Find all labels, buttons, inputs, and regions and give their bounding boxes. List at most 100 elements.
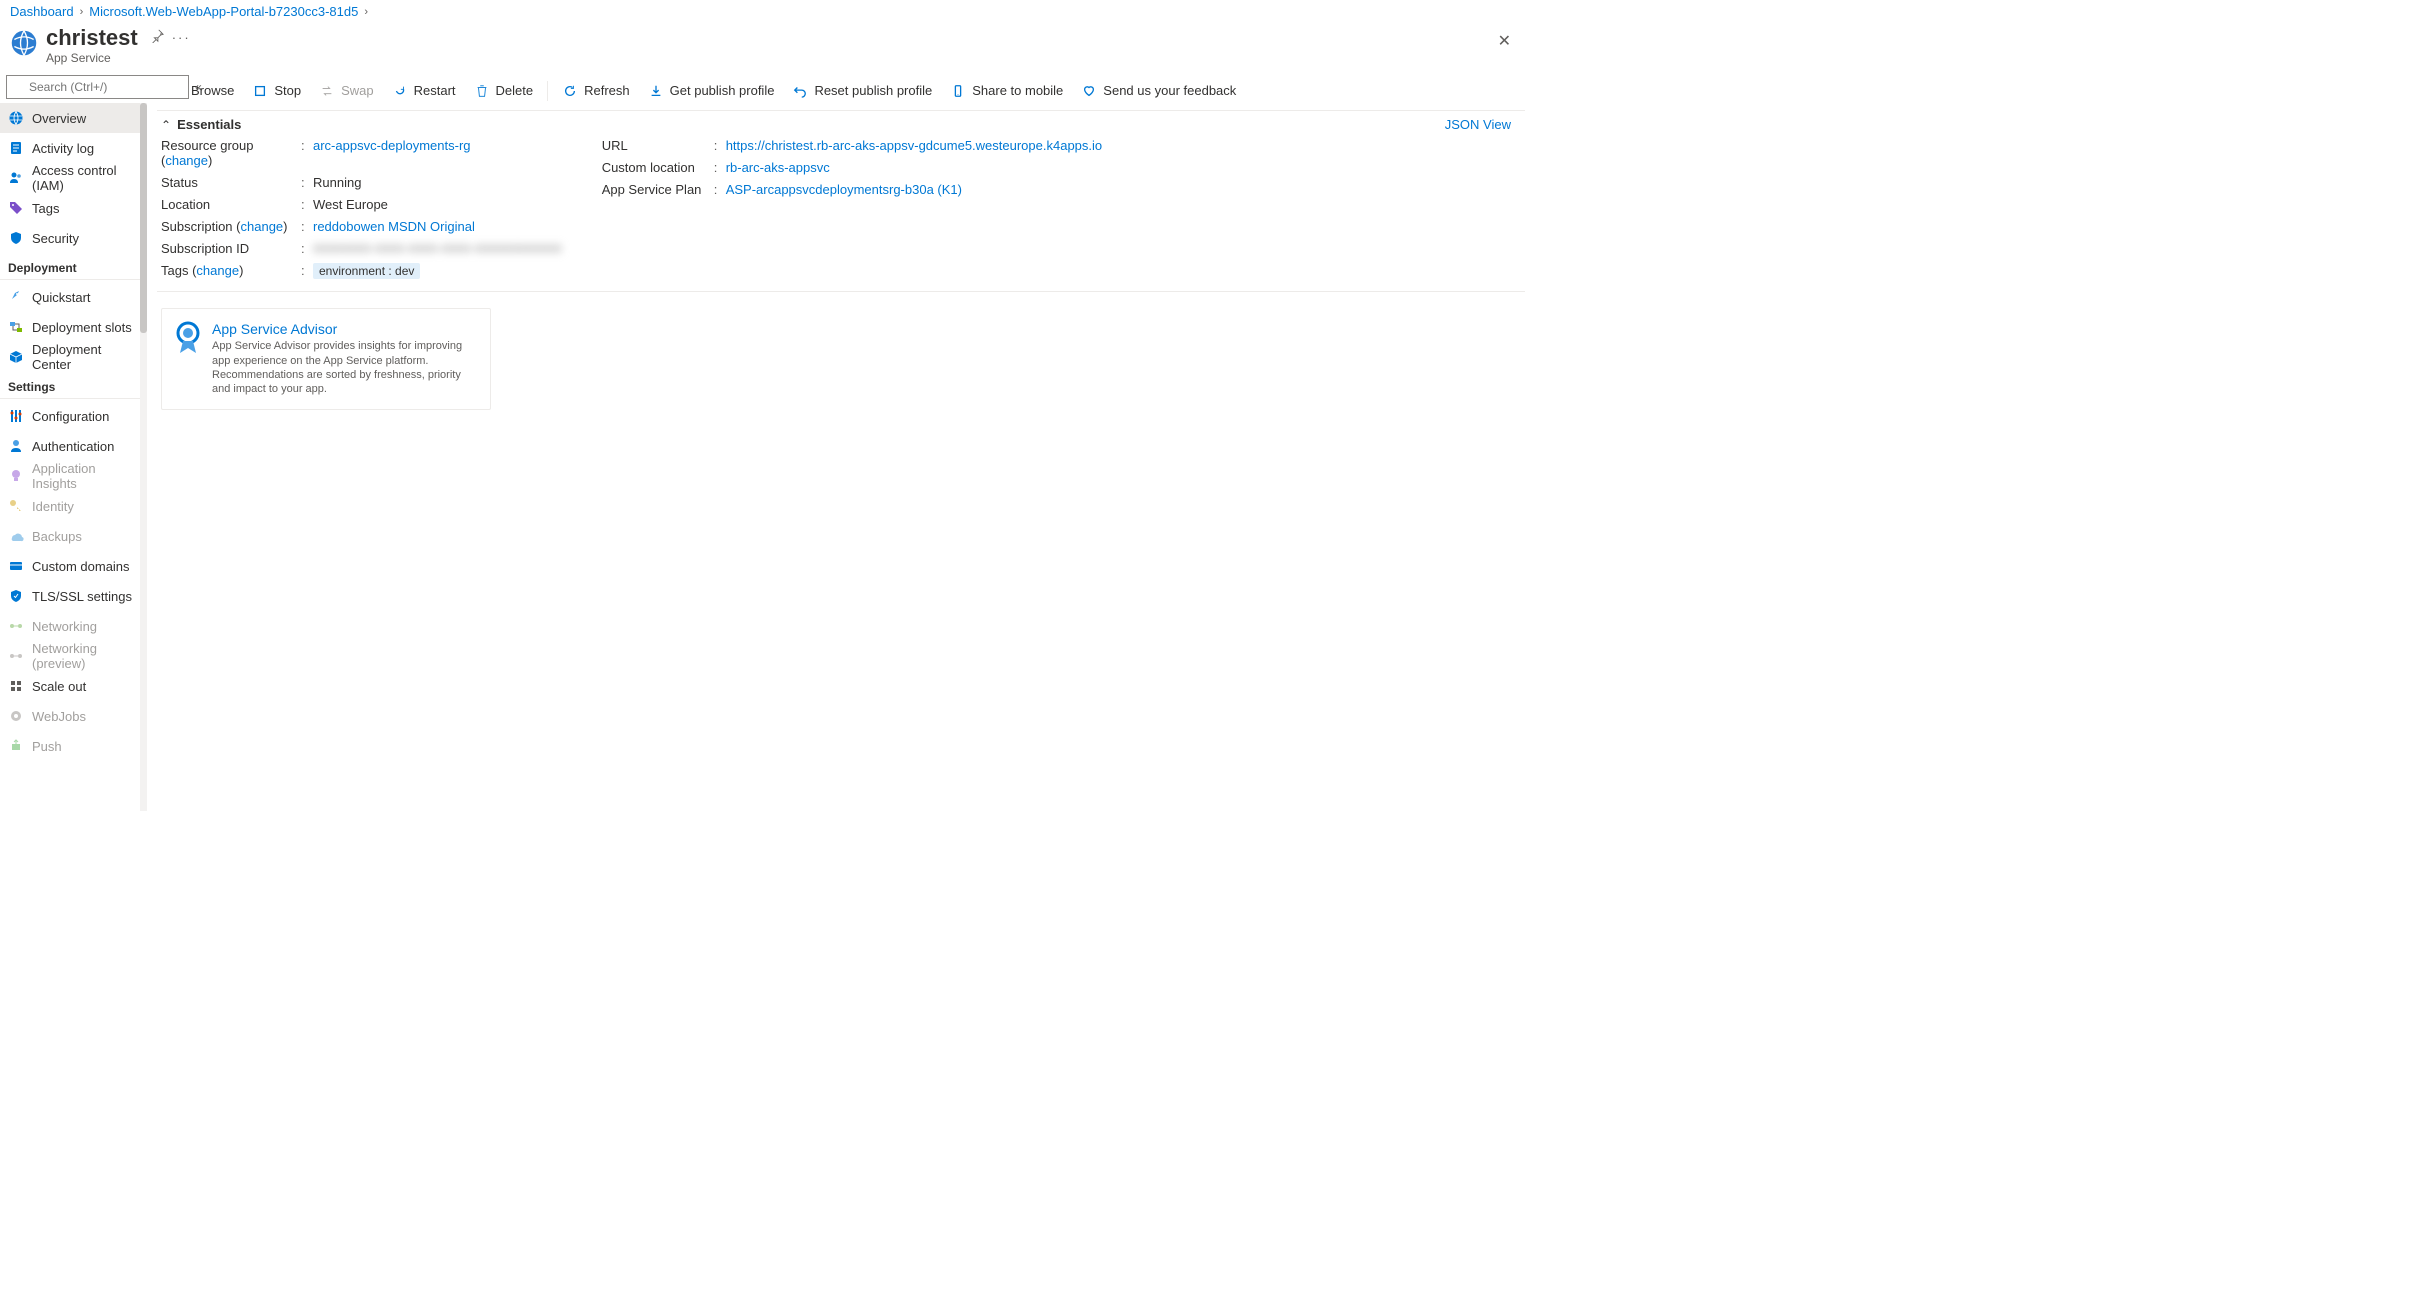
gear-icon — [8, 708, 24, 724]
feedback-button[interactable]: Send us your feedback — [1073, 75, 1244, 107]
tag-chip[interactable]: environment : dev — [313, 263, 420, 279]
sidebar-item-security[interactable]: Security — [0, 223, 147, 253]
json-view-link[interactable]: JSON View — [1445, 117, 1511, 132]
sidebar-item-label: Deployment slots — [32, 320, 132, 335]
sidebar-item-activity-log[interactable]: Activity log — [0, 133, 147, 163]
main-pane: Browse Stop Swap Restart Delete Refresh … — [147, 71, 1525, 811]
breadcrumb-item[interactable]: Dashboard — [10, 4, 74, 19]
subscription-link[interactable]: reddobowen MSDN Original — [313, 219, 475, 234]
restart-button[interactable]: Restart — [384, 75, 464, 107]
sidebar-item-label: Networking — [32, 619, 97, 634]
chevron-right-icon: › — [364, 6, 368, 18]
sidebar-item-configuration[interactable]: Configuration — [0, 401, 147, 431]
network-icon — [8, 618, 24, 634]
property-row: Status: Running — [161, 175, 562, 190]
undo-icon — [792, 83, 808, 99]
sidebar-item-label: Backups — [32, 529, 82, 544]
refresh-icon — [562, 83, 578, 99]
sidebar: « Overview Activity log Access control (… — [0, 71, 147, 811]
sidebar-item-webjobs[interactable]: WebJobs — [0, 701, 147, 731]
property-row: Subscription (change) : reddobowen MSDN … — [161, 219, 562, 234]
sidebar-item-label: Activity log — [32, 141, 94, 156]
scrollbar-thumb[interactable] — [140, 103, 147, 333]
pin-icon[interactable] — [150, 29, 164, 46]
sidebar-item-deployment-center[interactable]: Deployment Center — [0, 342, 147, 372]
advisor-title: App Service Advisor — [212, 321, 478, 337]
download-icon — [648, 83, 664, 99]
location-value: West Europe — [313, 197, 388, 212]
property-row: Location: West Europe — [161, 197, 562, 212]
more-icon[interactable]: ··· — [172, 30, 191, 45]
plan-link[interactable]: ASP-arcappsvcdeploymentsrg-b30a (K1) — [726, 182, 962, 197]
swap-button[interactable]: Swap — [311, 75, 382, 107]
essentials-header[interactable]: ⌃ Essentials JSON View — [157, 111, 1525, 138]
property-row: Subscription ID: 00000000-0000-0000-0000… — [161, 241, 562, 256]
sidebar-item-overview[interactable]: Overview — [0, 103, 147, 133]
url-link[interactable]: https://christest.rb-arc-aks-appsv-gdcum… — [726, 138, 1102, 153]
custom-location-link[interactable]: rb-arc-aks-appsvc — [726, 160, 830, 175]
sidebar-item-scale-out[interactable]: Scale out — [0, 671, 147, 701]
change-link[interactable]: change — [165, 153, 208, 168]
breadcrumb: Dashboard › Microsoft.Web-WebApp-Portal-… — [0, 0, 1525, 23]
sidebar-item-label: Push — [32, 739, 62, 754]
sidebar-item-push[interactable]: Push — [0, 731, 147, 761]
property-row: Resource group (change) : arc-appsvc-dep… — [161, 138, 562, 168]
page-subtitle: App Service — [46, 51, 138, 65]
sidebar-item-deployment-slots[interactable]: Deployment slots — [0, 312, 147, 342]
cloud-icon — [8, 528, 24, 544]
sidebar-item-tls-ssl[interactable]: TLS/SSL settings — [0, 581, 147, 611]
refresh-button[interactable]: Refresh — [554, 75, 638, 107]
bulb-icon — [8, 468, 24, 484]
change-link[interactable]: change — [241, 219, 284, 234]
mobile-icon — [950, 83, 966, 99]
domain-icon — [8, 558, 24, 574]
sidebar-item-authentication[interactable]: Authentication — [0, 431, 147, 461]
sidebar-item-networking[interactable]: Networking — [0, 611, 147, 641]
sidebar-item-networking-preview[interactable]: Networking (preview) — [0, 641, 147, 671]
sidebar-item-label: Overview — [32, 111, 86, 126]
sidebar-item-label: Access control (IAM) — [32, 163, 139, 193]
sidebar-item-label: Identity — [32, 499, 74, 514]
collapse-icon[interactable]: « — [193, 80, 204, 94]
sidebar-item-label: Tags — [32, 201, 59, 216]
shield-icon — [8, 588, 24, 604]
advisor-card[interactable]: App Service Advisor App Service Advisor … — [161, 308, 491, 409]
get-publish-button[interactable]: Get publish profile — [640, 75, 783, 107]
sidebar-item-label: Application Insights — [32, 461, 139, 491]
change-link[interactable]: change — [196, 263, 239, 278]
property-row: Tags (change) : environment : dev — [161, 263, 562, 279]
delete-button[interactable]: Delete — [466, 75, 542, 107]
stop-button[interactable]: Stop — [244, 75, 309, 107]
property-row: URL: https://christest.rb-arc-aks-appsv-… — [602, 138, 1102, 153]
network-icon — [8, 648, 24, 664]
close-icon[interactable]: ✕ — [1498, 31, 1511, 51]
sidebar-item-label: Quickstart — [32, 290, 91, 305]
sidebar-item-backups[interactable]: Backups — [0, 521, 147, 551]
push-icon — [8, 738, 24, 754]
breadcrumb-item[interactable]: Microsoft.Web-WebApp-Portal-b7230cc3-81d… — [89, 4, 358, 19]
sidebar-item-iam[interactable]: Access control (IAM) — [0, 163, 147, 193]
property-row: Custom location: rb-arc-aks-appsvc — [602, 160, 1102, 175]
sidebar-item-tags[interactable]: Tags — [0, 193, 147, 223]
sidebar-item-identity[interactable]: Identity — [0, 491, 147, 521]
share-mobile-button[interactable]: Share to mobile — [942, 75, 1071, 107]
swap-icon — [319, 83, 335, 99]
essentials-label: Essentials — [177, 117, 241, 132]
sidebar-item-label: Authentication — [32, 439, 114, 454]
sidebar-item-label: Networking (preview) — [32, 641, 139, 671]
sidebar-item-label: Scale out — [32, 679, 86, 694]
sidebar-item-quickstart[interactable]: Quickstart — [0, 282, 147, 312]
globe-icon — [8, 110, 24, 126]
sidebar-item-label: Custom domains — [32, 559, 130, 574]
sidebar-group-deployment: Deployment — [0, 253, 147, 280]
search-input[interactable] — [6, 75, 189, 99]
sidebar-item-label: TLS/SSL settings — [32, 589, 132, 604]
chevron-right-icon: › — [80, 6, 84, 18]
scale-icon — [8, 678, 24, 694]
sidebar-item-label: WebJobs — [32, 709, 86, 724]
sidebar-item-custom-domains[interactable]: Custom domains — [0, 551, 147, 581]
stop-icon — [252, 83, 268, 99]
sidebar-item-app-insights[interactable]: Application Insights — [0, 461, 147, 491]
resource-group-link[interactable]: arc-appsvc-deployments-rg — [313, 138, 471, 153]
reset-publish-button[interactable]: Reset publish profile — [784, 75, 940, 107]
